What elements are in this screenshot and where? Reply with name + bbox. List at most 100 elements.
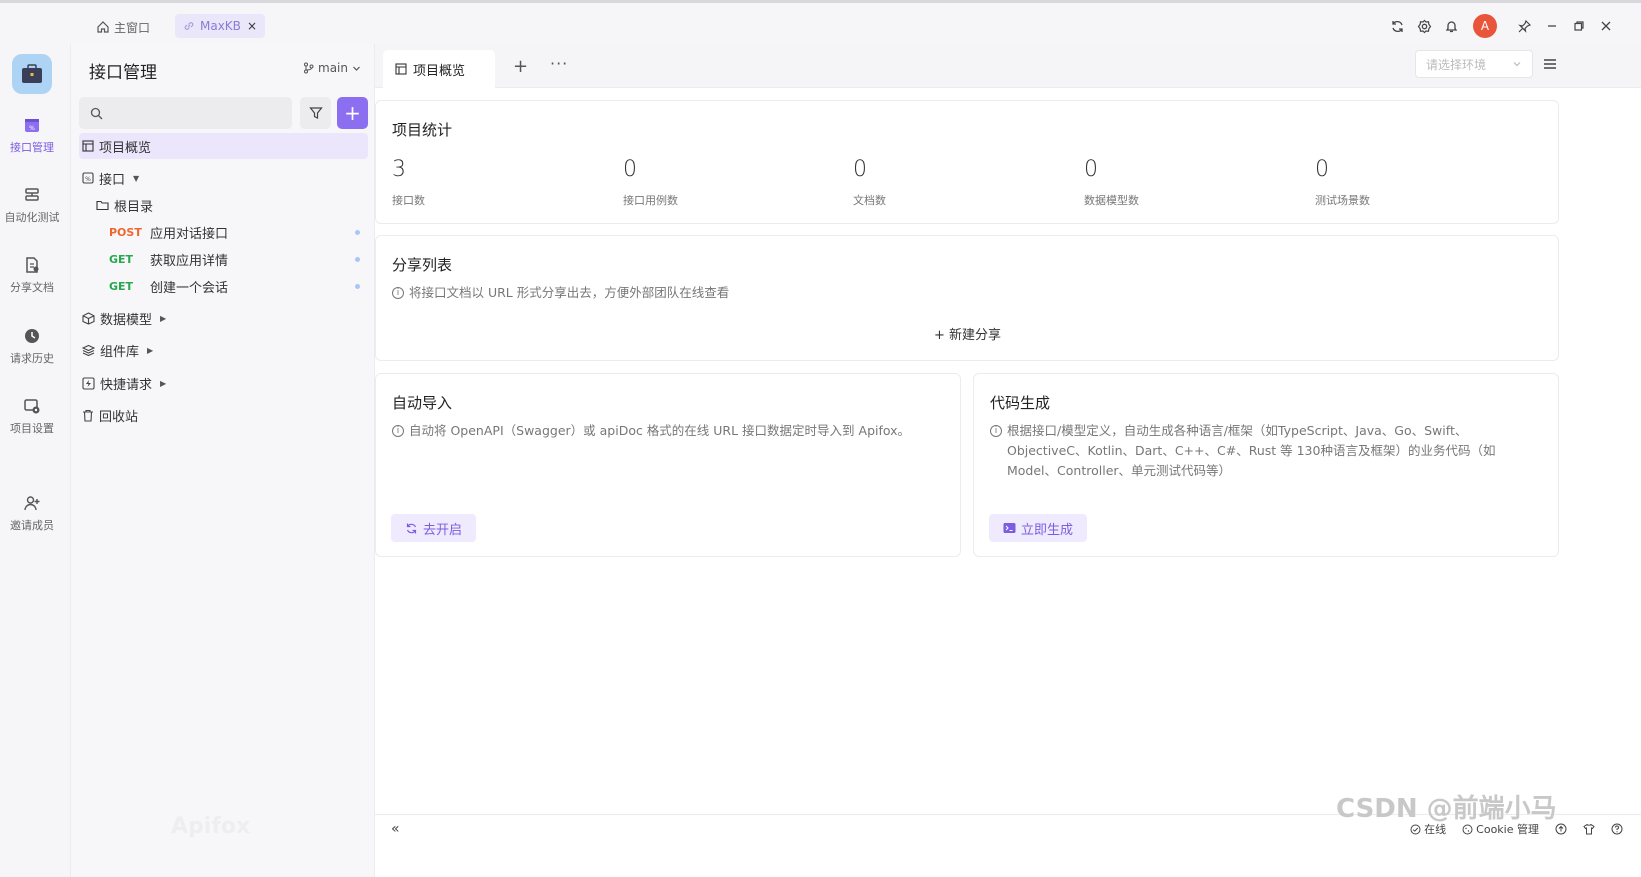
stat-label: 测试场景数 [1315,194,1370,207]
settings-icon [23,397,41,415]
codegen-desc-text: 根据接口/模型定义，自动生成各种语言/框架（如TypeScript、Java、G… [1007,423,1496,478]
tree-item-endpoint[interactable]: GET 获取应用详情 [79,246,368,272]
refresh-icon[interactable] [1384,13,1411,39]
layers-icon [82,344,95,357]
menu-button[interactable] [1537,52,1563,76]
stat-value: 0 [623,157,637,182]
bell-icon[interactable] [1438,13,1465,39]
refresh-icon [405,522,418,535]
caret-right-icon: ▶ [147,345,154,355]
branch-selector[interactable]: main [303,61,361,75]
branch-label: main [318,61,348,75]
cube-icon [82,311,95,325]
import-card: 自动导入 i 自动将 OpenAPI（Swagger）或 apiDoc 格式的在… [375,373,961,557]
help-icon[interactable] [1611,823,1623,835]
invite-icon [23,494,41,512]
history-icon [23,327,41,345]
tab-home[interactable]: 主窗口 [96,15,150,39]
method-badge: POST [109,225,142,239]
filter-button[interactable] [300,97,331,129]
tab-overview[interactable]: 项目概览 [383,50,495,88]
tree-item-overview[interactable]: 项目概览 [79,133,368,159]
svg-text:%: % [85,176,91,183]
rail-item-api[interactable]: % 接口管理 [0,116,64,155]
caret-down-icon: ▼ [133,173,140,183]
main-tab-bar: 项目概览 + ··· 请选择环境 [375,44,1641,88]
rail-label: 接口管理 [10,141,54,154]
stat-value: 0 [1084,157,1098,182]
rail-item-settings[interactable]: 项目设置 [0,397,64,436]
stat-value: 0 [1315,157,1329,182]
env-select[interactable]: 请选择环境 [1415,50,1533,78]
upload-icon[interactable] [1555,823,1567,835]
search-input[interactable] [79,97,292,129]
tree-item-components[interactable]: 组件库 ▶ [79,337,368,363]
tree-label: 接口 [99,172,126,188]
status-dot [355,229,360,235]
tree-item-root[interactable]: 根目录 [79,192,368,218]
tab-close-button[interactable]: × [247,19,257,33]
tree-item-trash[interactable]: 回收站 [79,402,368,428]
app-logo-avatar[interactable]: A [1473,14,1497,38]
tab-maxkb[interactable]: MaxKB × [175,14,265,38]
folder-icon [96,199,109,211]
endpoint-name: 获取应用详情 [150,253,229,269]
stat-value: 0 [853,157,867,182]
tree-item-endpoint[interactable]: GET 创建一个会话 [79,273,368,299]
caret-right-icon: ▶ [160,313,167,323]
close-icon[interactable] [1592,13,1619,39]
project-logo[interactable] [12,54,52,94]
rail-label: 项目设置 [10,422,54,435]
rail-item-invite[interactable]: 邀请成员 [0,494,64,533]
tree-item-api[interactable]: % 接口 ▼ [79,165,368,191]
restore-icon[interactable] [1565,13,1592,39]
minimize-icon[interactable] [1538,13,1565,39]
rail-item-history[interactable]: 请求历史 [0,327,64,366]
more-tabs-button[interactable]: ··· [550,54,568,73]
add-tab-button[interactable]: + [513,56,528,77]
rail-label: 自动化测试 [4,211,60,224]
api-sidebar: 接口管理 main + 项目概览 % 接口 ▼ 根目录 POST 应用对话接口 … [71,44,375,877]
tree-label: 数据模型 [100,312,153,328]
status-dot [355,256,360,262]
rail-label: 分享文档 [10,281,54,294]
nav-rail: % 接口管理 自动化测试 分享文档 请求历史 项目设置 邀请成员 [0,44,71,877]
tree-item-endpoint[interactable]: POST 应用对话接口 [79,219,368,245]
svg-text:%: % [29,125,35,132]
stats-card: 项目统计 3 接口数 0 接口用例数 0 文档数 0 数据模型数 0 测试场景数 [375,100,1559,224]
rail-item-share-doc[interactable]: 分享文档 [0,256,64,295]
share-doc-icon [23,256,41,274]
endpoint-name: 创建一个会话 [150,280,229,296]
link-icon [183,20,195,32]
rail-item-automation[interactable]: 自动化测试 [0,186,64,225]
enable-import-button[interactable]: 去开启 [391,514,477,542]
share-desc-text: 将接口文档以 URL 形式分享出去，方便外部团队在线查看 [409,285,730,300]
stat-api-count: 3 接口数 [392,157,425,208]
new-share-button[interactable]: + 新建分享 [934,324,1001,343]
generate-code-button[interactable]: 立即生成 [989,514,1088,542]
gear-icon[interactable] [1411,13,1438,39]
tab-label: 项目概览 [413,63,466,79]
collapse-sidebar-button[interactable]: « [391,821,400,837]
info-icon: i [392,425,404,437]
titlebar-actions: A [1384,13,1619,39]
shirt-icon[interactable] [1583,823,1595,835]
tree-item-models[interactable]: 数据模型 ▶ [79,305,368,331]
method-badge: GET [109,252,134,266]
add-button[interactable]: + [337,97,368,129]
stat-label: 接口用例数 [623,194,678,207]
rail-label: 请求历史 [10,352,54,365]
stat-value: 3 [392,157,406,182]
codegen-card: 代码生成 i 根据接口/模型定义，自动生成各种语言/框架（如TypeScript… [973,373,1559,557]
tree-item-quick[interactable]: 快捷请求 ▶ [79,370,368,396]
tree-label: 快捷请求 [100,377,153,393]
api-folder-icon: % [82,172,94,184]
pin-icon[interactable] [1511,13,1538,39]
stat-label: 数据模型数 [1084,194,1139,207]
stat-scenario-count: 0 测试场景数 [1315,157,1370,208]
stat-label: 文档数 [853,194,886,207]
overview-icon [82,140,94,152]
enable-import-label: 去开启 [423,522,463,538]
check-circle-icon [1410,824,1421,835]
stat-doc-count: 0 文档数 [853,157,886,208]
